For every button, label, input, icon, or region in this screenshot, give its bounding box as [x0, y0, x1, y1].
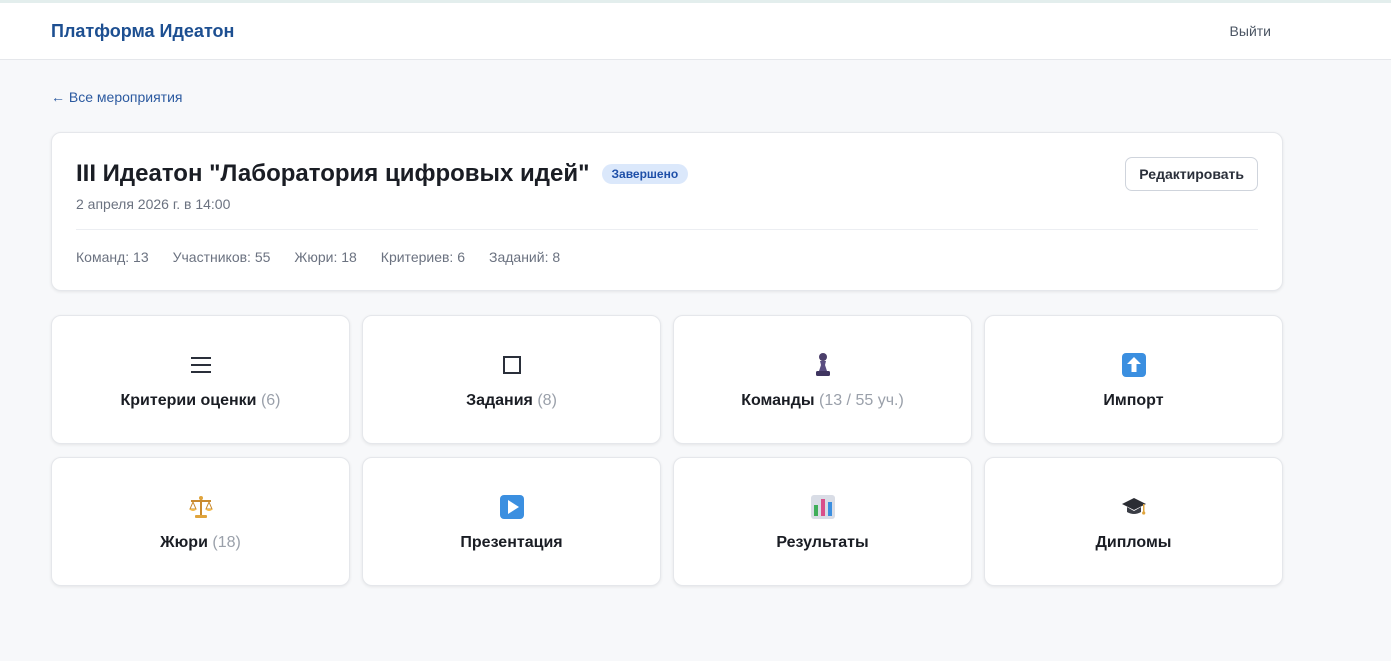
stat-criteria: Критериев: 6	[380, 249, 465, 265]
event-date: 2 апреля 2026 г. в 14:00	[76, 196, 231, 212]
edit-event-button[interactable]: Редактировать	[1125, 157, 1258, 191]
stat-teams: Команд: 13	[76, 249, 149, 265]
event-title: III Идеатон "Лаборатория цифровых идей"	[76, 160, 590, 187]
stat-participants: Участников: 55	[172, 249, 271, 265]
tile-label: Задания (8)	[466, 392, 557, 409]
tile-import[interactable]: Импорт	[984, 315, 1283, 444]
logout-link[interactable]: Выйти	[1230, 23, 1271, 39]
list-icon	[52, 352, 349, 378]
back-to-events-link[interactable]: ← Все мероприятия	[51, 89, 182, 105]
upload-arrow-icon	[985, 352, 1282, 378]
tile-teams[interactable]: Команды (13 / 55 уч.)	[673, 315, 972, 444]
chess-pawn-icon	[674, 352, 971, 378]
event-title-row: III Идеатон "Лаборатория цифровых идей" …	[76, 160, 689, 188]
tile-label: Презентация	[460, 534, 563, 551]
brand-title[interactable]: Платформа Идеатон	[51, 21, 234, 42]
tile-criteria[interactable]: Критерии оценки (6)	[51, 315, 350, 444]
square-icon	[363, 352, 660, 378]
tile-label: Импорт	[1103, 392, 1164, 409]
tile-presentation[interactable]: Презентация	[362, 457, 661, 586]
tile-jury[interactable]: Жюри (18)	[51, 457, 350, 586]
event-stats: Команд: 13 Участников: 55 Жюри: 18 Крите…	[76, 249, 560, 265]
stat-tasks: Заданий: 8	[489, 249, 561, 265]
tile-label: Результаты	[776, 534, 869, 551]
event-summary-card: III Идеатон "Лаборатория цифровых идей" …	[51, 132, 1283, 291]
tile-diplomas[interactable]: Дипломы	[984, 457, 1283, 586]
tile-label: Дипломы	[1095, 534, 1172, 551]
stat-jury: Жюри: 18	[294, 249, 357, 265]
play-icon	[363, 494, 660, 520]
divider	[76, 229, 1258, 230]
scales-icon	[52, 494, 349, 520]
tile-label: Команды (13 / 55 уч.)	[741, 392, 904, 409]
top-bar: Платформа Идеатон Выйти	[0, 3, 1391, 60]
bar-chart-icon	[674, 494, 971, 520]
tile-results[interactable]: Результаты	[673, 457, 972, 586]
graduation-cap-icon	[985, 494, 1282, 520]
tile-label: Жюри (18)	[160, 534, 241, 551]
status-badge: Завершено	[601, 164, 689, 184]
tile-tasks[interactable]: Задания (8)	[362, 315, 661, 444]
tile-label: Критерии оценки (6)	[120, 392, 281, 409]
